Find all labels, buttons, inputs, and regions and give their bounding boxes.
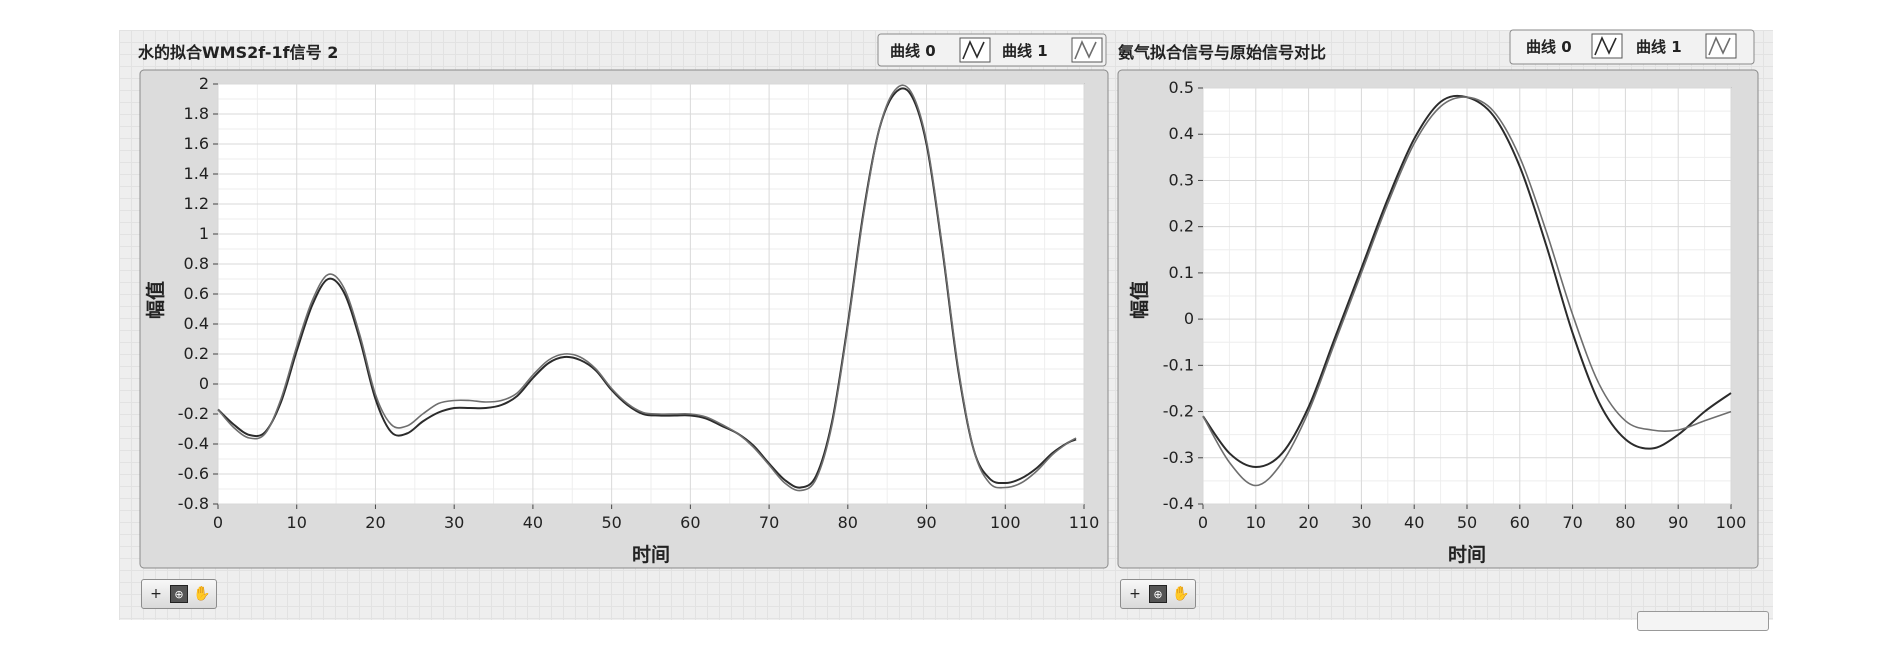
y-tick-label: 0.2 xyxy=(184,344,209,363)
x-tick-label: 90 xyxy=(1668,513,1688,532)
x-tick-label: 60 xyxy=(1510,513,1530,532)
x-tick-label: 80 xyxy=(1615,513,1635,532)
y-tick-label: 1.6 xyxy=(184,134,209,153)
y-tick-label: 1.2 xyxy=(184,194,209,213)
x-tick-label: 30 xyxy=(1351,513,1371,532)
x-tick-label: 40 xyxy=(1404,513,1424,532)
y-tick-label: 1.4 xyxy=(184,164,209,183)
x-tick-label: 30 xyxy=(444,513,464,532)
left-y-axis-title: 幅值 xyxy=(144,281,167,319)
y-tick-label: 0.1 xyxy=(1169,263,1194,282)
y-tick-label: 0.6 xyxy=(184,284,209,303)
y-tick-label: 0.4 xyxy=(184,314,209,333)
x-tick-label: 0 xyxy=(213,513,223,532)
x-tick-label: 10 xyxy=(1246,513,1266,532)
y-tick-label: -0.2 xyxy=(178,404,209,423)
x-tick-label: 80 xyxy=(838,513,858,532)
x-tick-label: 90 xyxy=(916,513,936,532)
y-tick-label: 1 xyxy=(199,224,209,243)
right-legend-swatch-0 xyxy=(1591,33,1623,59)
x-tick-label: 50 xyxy=(1457,513,1477,532)
left-graph-title: 水的拟合WMS2f-1f信号 2 xyxy=(138,43,338,62)
left-graph-palette[interactable]: + ⊕ ✋ xyxy=(141,579,217,609)
y-tick-label: 0.3 xyxy=(1169,170,1194,189)
charts-canvas: 水的拟合WMS2f-1f信号 2 曲线 0 曲线 1 0 10 20 30 40 50 60… xyxy=(138,29,1759,569)
x-tick-label: 70 xyxy=(1562,513,1582,532)
x-tick-label: 0 xyxy=(1198,513,1208,532)
right-legend[interactable]: 曲线 0 曲线 1 xyxy=(1509,29,1755,65)
x-tick-label: 50 xyxy=(601,513,621,532)
y-tick-label: -0.8 xyxy=(178,494,209,513)
right-legend-label-1: 曲线 1 xyxy=(1636,38,1682,56)
x-tick-label: 20 xyxy=(365,513,385,532)
left-legend-label-1: 曲线 1 xyxy=(1002,42,1048,60)
x-tick-label: 40 xyxy=(523,513,543,532)
y-tick-label: -0.1 xyxy=(1163,355,1194,374)
x-tick-label: 100 xyxy=(1716,513,1747,532)
pan-hand-icon[interactable]: ✋ xyxy=(1172,586,1189,602)
y-tick-label: 0.8 xyxy=(184,254,209,273)
x-tick-label: 60 xyxy=(680,513,700,532)
y-tick-label: 2 xyxy=(199,74,209,93)
chart-stage: 水的拟合WMS2f-1f信号 2 曲线 0 曲线 1 0 10 20 30 40 50 60… xyxy=(0,0,1890,662)
left-legend[interactable]: 曲线 0 曲线 1 xyxy=(877,33,1107,67)
left-legend-swatch-1 xyxy=(1071,37,1103,63)
crosshair-icon[interactable]: + xyxy=(148,586,164,602)
left-legend-label-0: 曲线 0 xyxy=(890,42,936,60)
y-tick-label: 0.4 xyxy=(1169,124,1194,143)
pan-hand-icon[interactable]: ✋ xyxy=(193,586,210,602)
right-legend-label-0: 曲线 0 xyxy=(1526,38,1572,56)
y-tick-label: 0 xyxy=(1184,309,1194,328)
right-graph: 氨气拟合信号与原始信号对比 曲线 0 曲线 1 0 10 20 30 40 50 60 70 8… xyxy=(1117,29,1759,569)
y-tick-label: -0.2 xyxy=(1163,402,1194,421)
right-graph-title: 氨气拟合信号与原始信号对比 xyxy=(1118,43,1326,62)
y-tick-label: 1.8 xyxy=(184,104,209,123)
left-legend-swatch-0 xyxy=(959,37,991,63)
x-tick-label: 110 xyxy=(1069,513,1100,532)
y-tick-label: -0.4 xyxy=(178,434,209,453)
y-tick-label: 0 xyxy=(199,374,209,393)
y-tick-label: 0.2 xyxy=(1169,217,1194,236)
x-tick-label: 70 xyxy=(759,513,779,532)
zoom-icon[interactable]: ⊕ xyxy=(1149,585,1167,603)
scroll-control[interactable] xyxy=(1637,611,1769,631)
x-tick-label: 10 xyxy=(287,513,307,532)
y-tick-label: 0.5 xyxy=(1169,78,1194,97)
left-graph: 水的拟合WMS2f-1f信号 2 曲线 0 曲线 1 0 10 20 30 40 50 60… xyxy=(138,33,1109,569)
x-tick-label: 20 xyxy=(1298,513,1318,532)
y-tick-label: -0.4 xyxy=(1163,494,1194,513)
y-tick-label: -0.3 xyxy=(1163,448,1194,467)
right-x-axis-title: 时间 xyxy=(1448,544,1486,566)
right-legend-swatch-1 xyxy=(1705,33,1737,59)
zoom-icon[interactable]: ⊕ xyxy=(170,585,188,603)
right-y-axis-title: 幅值 xyxy=(1128,281,1151,319)
left-x-axis-title: 时间 xyxy=(632,544,670,566)
crosshair-icon[interactable]: + xyxy=(1127,586,1143,602)
y-tick-label: -0.6 xyxy=(178,464,209,483)
x-tick-label: 100 xyxy=(990,513,1021,532)
right-graph-palette[interactable]: + ⊕ ✋ xyxy=(1120,579,1196,609)
